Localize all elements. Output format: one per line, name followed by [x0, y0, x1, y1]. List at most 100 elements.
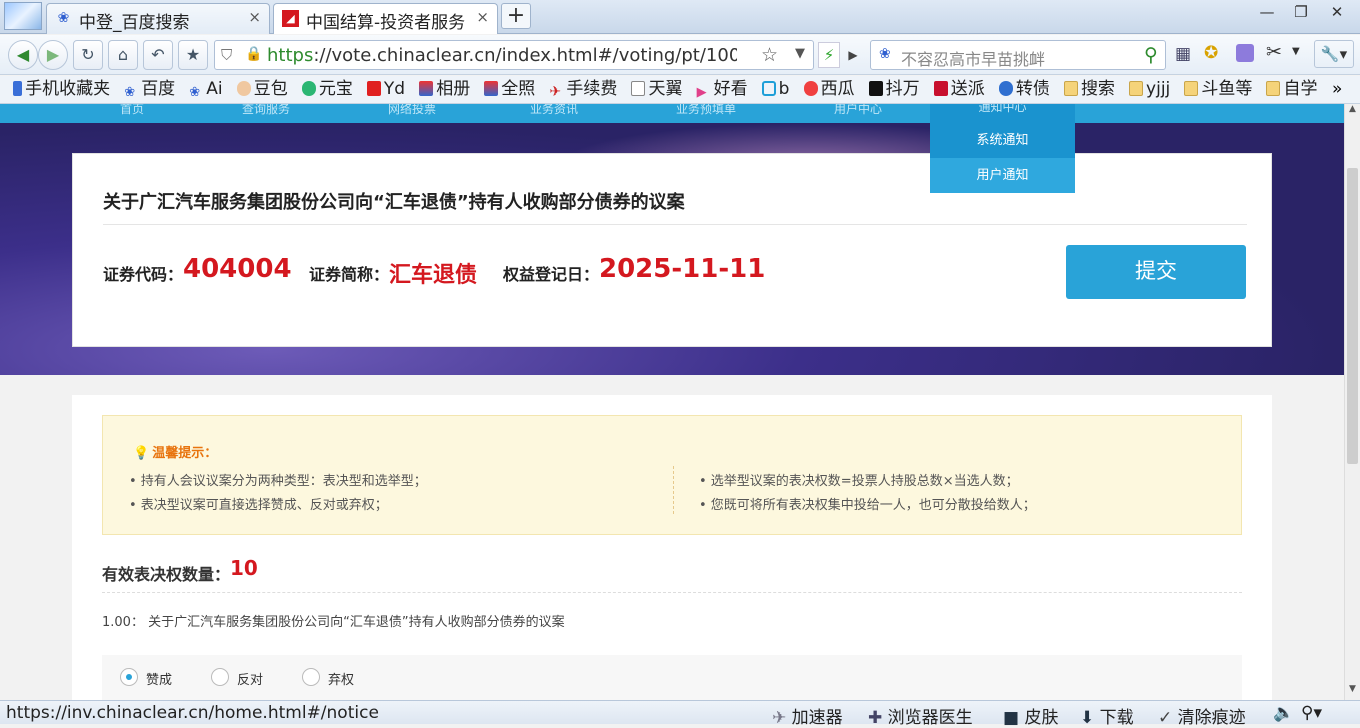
- bookmark-album[interactable]: 相册: [419, 76, 470, 103]
- scroll-up-icon[interactable]: ▲: [1345, 104, 1360, 119]
- yuanbao-icon: [301, 81, 316, 96]
- translate-icon[interactable]: ✪: [1204, 43, 1218, 63]
- nav-notice-center[interactable]: 通知中心: [930, 104, 1075, 123]
- bookmark-mobile[interactable]: 手机收藏夹: [13, 76, 110, 103]
- tools-wrench-icon[interactable]: 🔧▾: [1314, 40, 1354, 68]
- forward-arrow-icon[interactable]: ▶: [38, 40, 68, 70]
- browser-logo[interactable]: [4, 2, 42, 30]
- nav-user-center[interactable]: 用户中心: [834, 104, 882, 117]
- bookmark-songpai[interactable]: 送派: [933, 76, 985, 103]
- scroll-thumb[interactable]: [1347, 168, 1358, 464]
- tab-baidu-search[interactable]: ❀ 中登_百度搜索 ×: [46, 3, 270, 34]
- search-box[interactable]: ❀ 不容忍高市早苗挑衅: [870, 40, 1166, 70]
- skin-icon: ■: [1003, 708, 1020, 728]
- bookmark-folder-search[interactable]: 搜索: [1063, 76, 1115, 103]
- browser-doctor-item[interactable]: ✚ 浏览器医生: [868, 703, 973, 728]
- bookmark-folder-study[interactable]: 自学: [1266, 76, 1317, 103]
- bookmark-folder-douyu[interactable]: 斗鱼等: [1184, 76, 1252, 103]
- chevron-down-icon[interactable]: ▼: [795, 46, 805, 61]
- favorite-star-icon[interactable]: ★: [178, 40, 208, 70]
- tip-item: • 持有人会议议案分为两种类型：表决型和选举型；: [129, 474, 427, 489]
- page-icon: [631, 81, 646, 96]
- bookmark-yd[interactable]: Yd: [366, 76, 405, 103]
- extension-icon[interactable]: [1236, 44, 1254, 62]
- bookmark-folder-yjjj[interactable]: yjjj: [1129, 76, 1170, 103]
- bookmark-star-icon[interactable]: ☆: [761, 44, 778, 66]
- bookmark-bonds[interactable]: 转债: [998, 76, 1050, 103]
- radio-abstain[interactable]: [302, 668, 320, 686]
- chevron-down-icon[interactable]: ▼: [1292, 46, 1300, 57]
- rocket-icon: ✈: [772, 708, 787, 728]
- submit-button[interactable]: 提交: [1066, 245, 1246, 299]
- option-approve[interactable]: 赞成: [120, 668, 172, 688]
- bond-icon: [998, 81, 1013, 96]
- menu-item-system-notice[interactable]: 系统通知: [930, 123, 1075, 158]
- bookmark-ai[interactable]: ❀ Ai: [189, 76, 222, 103]
- folder-icon: [1063, 81, 1078, 96]
- bookmarks-bar: 手机收藏夹 ❀ 百度 ❀ Ai 豆包 元宝 Yd 相册 全照 ✈ 手续费 天翼 ▶ 好看…: [0, 76, 1360, 104]
- photo-icon: [484, 81, 499, 96]
- minimize-button[interactable]: —: [1250, 2, 1284, 22]
- address-bar[interactable]: ⛉ 🔒 https://vote.chinaclear.cn/index.htm…: [214, 40, 814, 70]
- votes-label: 有效表决权数量：: [102, 565, 231, 584]
- nav-voting[interactable]: 网络投票: [388, 104, 436, 117]
- folder-icon: [1184, 81, 1199, 96]
- bookmark-tianyi[interactable]: 天翼: [631, 76, 682, 103]
- apps-grid-icon[interactable]: ▦: [1175, 44, 1191, 64]
- option-abstain[interactable]: 弃权: [302, 668, 354, 688]
- chinaclear-logo-icon: ◢: [282, 10, 299, 27]
- bookmark-doubao[interactable]: 豆包: [236, 76, 288, 103]
- clear-traces-item[interactable]: ✓ 清除痕迹: [1158, 703, 1246, 728]
- restore-button[interactable]: ❐: [1284, 2, 1318, 22]
- tab-title: 中国结算-投资者服务: [306, 13, 466, 33]
- nav-query[interactable]: 查询服务: [242, 104, 290, 117]
- search-icon[interactable]: ⚲: [1136, 40, 1166, 70]
- undo-icon[interactable]: ↶: [143, 40, 173, 70]
- nav-news[interactable]: 业务资讯: [530, 104, 578, 117]
- bookmark-baidu[interactable]: ❀ 百度: [124, 76, 175, 103]
- tip-item: • 表决型议案可直接选择赞成、反对或弃权；: [129, 498, 388, 513]
- bookmark-xigua[interactable]: 西瓜: [803, 76, 855, 103]
- nav-forms[interactable]: 业务预填单: [676, 104, 736, 117]
- notice-dropdown: 通知中心 系统通知 用户通知: [930, 104, 1075, 193]
- url-text[interactable]: https://vote.chinaclear.cn/index.html#/v…: [267, 45, 737, 66]
- phone-icon: [13, 81, 23, 96]
- search-placeholder: 不容忍高市早苗挑衅: [901, 50, 1046, 69]
- bookmarks-more-icon[interactable]: »: [1332, 76, 1342, 103]
- airline-icon: ✈: [549, 84, 562, 100]
- accelerator-item[interactable]: ✈ 加速器: [772, 703, 843, 728]
- home-icon[interactable]: ⌂: [108, 40, 138, 70]
- play-arrow-icon[interactable]: ▶: [843, 42, 863, 68]
- lightning-icon[interactable]: ⚡: [818, 42, 840, 68]
- status-bar: https://inv.chinaclear.cn/home.html#/not…: [0, 700, 1360, 728]
- download-item[interactable]: ⬇ 下载: [1080, 703, 1134, 728]
- option-oppose[interactable]: 反对: [211, 668, 263, 688]
- scissors-icon[interactable]: ✂: [1266, 41, 1282, 63]
- folder-icon: [1266, 81, 1281, 96]
- scroll-down-icon[interactable]: ▼: [1345, 684, 1360, 699]
- volume-icon[interactable]: 🔈: [1273, 703, 1294, 723]
- close-window-button[interactable]: ✕: [1320, 2, 1354, 22]
- back-arrow-icon[interactable]: ◀: [8, 40, 38, 70]
- tab-close-icon[interactable]: ×: [473, 8, 489, 26]
- nav-home[interactable]: 首页: [120, 104, 144, 117]
- bilibili-icon: [761, 81, 776, 96]
- tips-heading: 💡 温馨提示：: [133, 446, 218, 461]
- menu-item-user-notice[interactable]: 用户通知: [930, 158, 1075, 193]
- bookmark-quanzhao[interactable]: 全照: [484, 76, 535, 103]
- zoom-icon[interactable]: ⚲▾: [1301, 703, 1322, 723]
- radio-approve[interactable]: [120, 668, 138, 686]
- bookmark-bilibili[interactable]: b: [761, 76, 789, 103]
- tab-chinaclear[interactable]: ◢ 中国结算-投资者服务 ×: [273, 3, 498, 34]
- skin-item[interactable]: ■ 皮肤: [1003, 703, 1058, 728]
- album-icon: [419, 81, 434, 96]
- bookmark-fees[interactable]: ✈ 手续费: [549, 76, 617, 103]
- bookmark-yuanbao[interactable]: 元宝: [301, 76, 353, 103]
- new-tab-button[interactable]: +: [501, 3, 531, 29]
- bookmark-haokan[interactable]: ▶ 好看: [697, 76, 748, 103]
- tab-close-icon[interactable]: ×: [248, 8, 261, 26]
- vertical-scrollbar[interactable]: ▲ ▼: [1344, 104, 1360, 700]
- bookmark-douyin[interactable]: 抖万: [868, 76, 920, 103]
- radio-oppose[interactable]: [211, 668, 229, 686]
- refresh-icon[interactable]: ↻: [73, 40, 103, 70]
